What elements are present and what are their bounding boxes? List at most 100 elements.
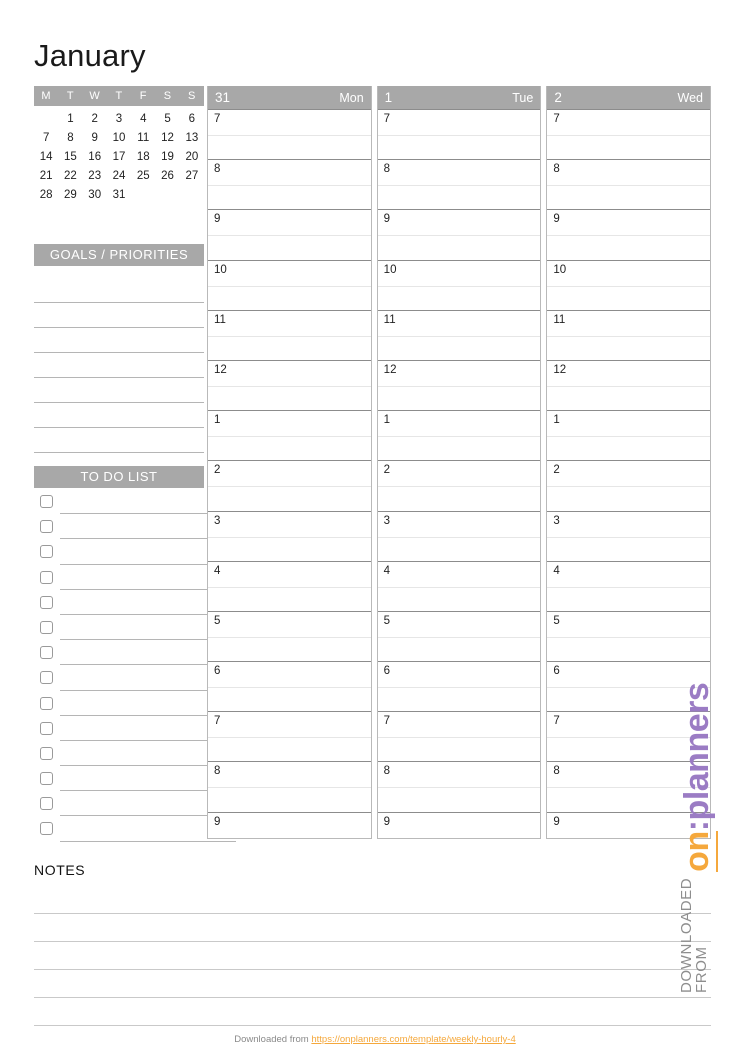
hour-row[interactable]: 11 [377,309,541,360]
note-line[interactable] [34,942,711,970]
todo-checkbox[interactable] [40,696,53,710]
mini-calendar-day[interactable]: 22 [58,167,82,186]
mini-calendar-day[interactable]: 19 [155,148,179,167]
mini-calendar-day[interactable]: 12 [155,129,179,148]
todo-checkbox[interactable] [40,746,53,760]
footer-source-link[interactable]: https://onplanners.com/template/weekly-h… [311,1034,515,1045]
hour-row[interactable]: 7 [547,109,711,159]
todo-checkbox[interactable] [40,646,53,660]
hour-row[interactable]: 6 [377,661,541,711]
mini-calendar-day[interactable]: 16 [83,148,107,167]
todo-checkbox[interactable] [40,545,53,559]
todo-checkbox[interactable] [40,570,53,584]
hour-row[interactable]: 4 [377,560,541,611]
mini-calendar-day[interactable]: 5 [155,110,179,129]
mini-calendar-day[interactable]: 28 [34,186,58,205]
hour-row[interactable]: 12 [547,359,711,410]
todo-checkbox[interactable] [40,721,53,735]
hour-row[interactable]: 5 [377,610,541,661]
mini-calendar-day[interactable]: 26 [155,167,179,186]
hour-row[interactable]: 4 [547,560,711,611]
todo-checkbox[interactable] [40,520,53,534]
hour-row[interactable]: 12 [377,359,541,410]
mini-calendar-day[interactable]: 29 [58,186,82,205]
hour-row[interactable]: 9 [377,811,541,838]
hour-row[interactable]: 6 [208,661,371,711]
note-line[interactable] [34,914,711,942]
hour-row[interactable]: 2 [208,460,371,510]
mini-calendar-day[interactable]: 27 [180,167,204,186]
hour-row[interactable]: 9 [377,209,541,259]
mini-calendar-day[interactable]: 8 [58,129,82,148]
goal-line[interactable] [34,353,204,378]
hour-row[interactable]: 1 [377,410,541,460]
hour-row[interactable]: 3 [547,510,711,561]
goal-line[interactable] [34,303,204,328]
hour-row[interactable]: 7 [377,711,541,761]
mini-calendar-day[interactable]: 25 [131,167,155,186]
hour-row[interactable]: 4 [208,560,371,611]
hour-row[interactable]: 9 [547,209,711,259]
hour-row[interactable]: 12 [208,359,371,410]
hour-row[interactable]: 9 [547,811,711,838]
mini-calendar-day[interactable]: 17 [107,148,131,167]
hour-row[interactable]: 8 [377,159,541,209]
mini-calendar-day[interactable]: 9 [83,129,107,148]
goal-line[interactable] [34,403,204,428]
hour-row[interactable]: 8 [377,761,541,811]
todo-checkbox[interactable] [40,620,53,634]
hour-row[interactable]: 1 [547,410,711,460]
hour-row[interactable]: 10 [208,259,371,310]
mini-calendar-day[interactable]: 11 [131,129,155,148]
hour-row[interactable]: 8 [547,159,711,209]
hour-row[interactable]: 7 [208,109,371,159]
hour-row[interactable]: 10 [547,259,711,310]
mini-calendar-day[interactable]: 14 [34,148,58,167]
mini-calendar-day[interactable]: 2 [83,110,107,129]
hour-row[interactable]: 9 [208,811,371,838]
hour-row[interactable]: 5 [547,610,711,661]
todo-checkbox[interactable] [40,595,53,609]
hour-row[interactable]: 9 [208,209,371,259]
hour-row[interactable]: 11 [208,309,371,360]
note-line[interactable] [34,970,711,998]
hour-row[interactable]: 5 [208,610,371,661]
hour-row[interactable]: 7 [547,711,711,761]
note-line[interactable] [34,886,711,914]
todo-checkbox[interactable] [40,495,53,508]
hour-row[interactable]: 3 [208,510,371,561]
goal-line[interactable] [34,378,204,403]
todo-checkbox[interactable] [40,671,53,685]
todo-checkbox[interactable] [40,822,53,836]
goal-line[interactable] [34,278,204,303]
mini-calendar-day[interactable]: 21 [34,167,58,186]
hour-row[interactable]: 1 [208,410,371,460]
mini-calendar-day[interactable]: 30 [83,186,107,205]
hour-row[interactable]: 2 [377,460,541,510]
mini-calendar-day[interactable]: 24 [107,167,131,186]
mini-calendar-day[interactable]: 23 [83,167,107,186]
mini-calendar-day[interactable]: 20 [180,148,204,167]
mini-calendar-day[interactable]: 15 [58,148,82,167]
note-line[interactable] [34,998,711,1026]
hour-row[interactable]: 11 [547,309,711,360]
mini-calendar-day[interactable]: 13 [180,129,204,148]
hour-row[interactable]: 8 [208,761,371,811]
hour-row[interactable]: 6 [547,661,711,711]
mini-calendar-day[interactable]: 10 [107,129,131,148]
hour-row[interactable]: 7 [208,711,371,761]
todo-checkbox[interactable] [40,772,53,786]
mini-calendar-day[interactable]: 7 [34,129,58,148]
mini-calendar-day[interactable]: 18 [131,148,155,167]
mini-calendar-day[interactable]: 6 [180,110,204,129]
hour-row[interactable]: 2 [547,460,711,510]
hour-row[interactable]: 8 [208,159,371,209]
goal-line[interactable] [34,428,204,453]
hour-row[interactable]: 7 [377,109,541,159]
goal-line[interactable] [34,328,204,353]
mini-calendar-day[interactable]: 31 [107,186,131,205]
mini-calendar-day[interactable]: 4 [131,110,155,129]
hour-row[interactable]: 8 [547,761,711,811]
mini-calendar-day[interactable]: 3 [107,110,131,129]
hour-row[interactable]: 3 [377,510,541,561]
